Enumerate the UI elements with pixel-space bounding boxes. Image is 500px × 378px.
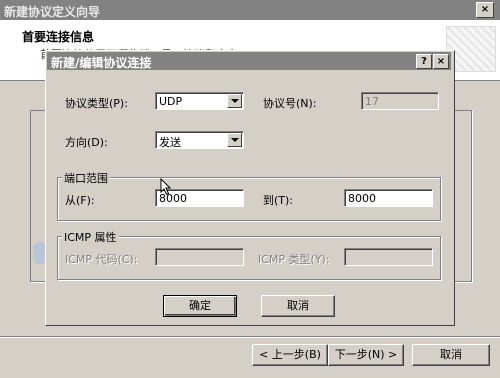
- icmp-code-input[interactable]: [155, 248, 244, 266]
- direction-label: 方向(D):: [65, 136, 108, 149]
- to-port-label: 到(T):: [263, 194, 294, 207]
- direction-select[interactable]: 发送: [155, 131, 244, 149]
- from-port-label: 从(F):: [65, 194, 95, 207]
- wizard-header-title: 首要连接信息: [22, 30, 95, 44]
- to-port-input[interactable]: 8000: [344, 189, 433, 207]
- direction-dropdown-icon[interactable]: [227, 133, 242, 147]
- icmp-code-label: ICMP 代码(C):: [65, 253, 138, 266]
- protocol-type-label: 协议类型(P):: [65, 97, 128, 110]
- wizard-footer-divider: [0, 336, 500, 338]
- icmp-type-input[interactable]: [344, 248, 433, 266]
- protocol-number-label: 协议号(N):: [263, 97, 317, 110]
- wizard-title: 新建协议定义向导: [4, 5, 101, 19]
- protocol-type-dropdown-icon[interactable]: [227, 94, 242, 108]
- wizard-close-button[interactable]: ×: [476, 2, 494, 18]
- wizard-cancel-button[interactable]: 取消: [412, 344, 490, 366]
- dialog-cancel-button[interactable]: 取消: [261, 295, 335, 317]
- port-range-legend: 端口范围: [62, 170, 110, 186]
- protocol-type-select[interactable]: UDP: [155, 92, 244, 110]
- icmp-legend: ICMP 属性: [62, 229, 119, 245]
- wizard-next-button[interactable]: 下一步(N) >: [328, 344, 404, 366]
- mouse-cursor-icon: [160, 178, 172, 196]
- wizard-back-button[interactable]: < 上一步(B): [252, 344, 328, 366]
- protocol-type-value: UDP: [159, 95, 183, 108]
- protocol-number-field[interactable]: 17: [361, 92, 439, 110]
- dialog-ok-button[interactable]: 确定: [163, 295, 237, 317]
- dialog-title: 新建/编辑协议连接: [51, 56, 152, 70]
- dialog-close-button[interactable]: ×: [433, 54, 449, 69]
- direction-value: 发送: [159, 136, 181, 149]
- dialog-help-button[interactable]: ?: [416, 54, 432, 69]
- icmp-type-label: ICMP 类型(Y):: [258, 253, 330, 266]
